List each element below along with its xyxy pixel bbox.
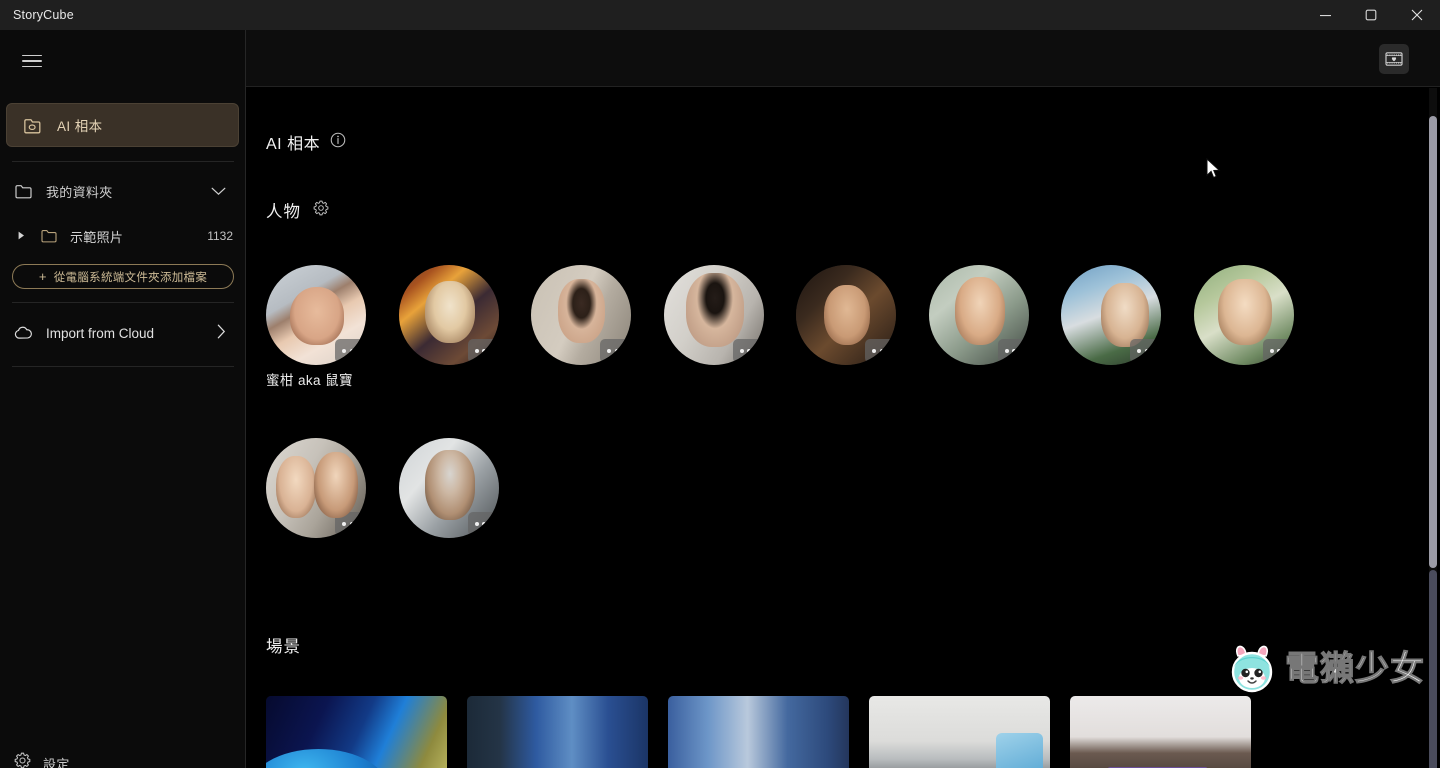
person-card[interactable] [1061,265,1161,365]
sidebar: AI 相本 我的資料夾 示範照片 1132 + 從電腦系統端文件夾添加檔案 Im… [0,30,246,768]
person-card[interactable] [531,265,631,365]
maximize-button[interactable] [1348,0,1394,30]
chevron-right-icon[interactable] [217,324,226,342]
section-title-people: 人物 [266,203,301,221]
maximize-icon [1365,9,1377,21]
person-card[interactable] [398,438,499,538]
gear-icon [14,752,31,768]
plus-icon: + [38,269,47,284]
sidebar-settings-label: 設定 [43,756,70,768]
add-files-from-pc-button[interactable]: + 從電腦系統端文件夾添加檔案 [12,264,234,289]
hamburger-icon [22,51,42,72]
page-title: AI 相本 [266,136,321,153]
sidebar-divider-bottom [12,366,234,367]
vertical-scrollbar[interactable] [1426,88,1440,768]
video-heart-icon [1385,52,1403,66]
watermark-text: 電獺少女 [1285,649,1425,689]
people-grid: 蜜柑 aka 鼠寶 [266,265,1386,538]
avatar[interactable] [266,438,366,538]
info-icon[interactable] [330,132,346,153]
avatar[interactable] [928,265,1029,365]
person-card[interactable] [1193,265,1294,365]
sidebar-divider-middle [12,302,234,303]
avatar[interactable] [398,438,499,538]
chevron-down-icon[interactable] [211,184,226,199]
minimize-icon [1319,14,1331,16]
sidebar-my-folder-label: 我的資料夾 [46,184,113,200]
scene-thumbnail [668,696,849,768]
ai-album-icon [24,118,41,133]
avatar[interactable] [796,265,896,365]
scene-card[interactable] [467,696,648,768]
add-files-label: 從電腦系統端文件夾添加檔案 [53,271,208,284]
caret-right-icon[interactable] [18,231,28,242]
watermark: 電獺少女 [1225,642,1425,696]
sidebar-item-sample-photos[interactable]: 示範照片 1132 [0,219,246,253]
storycube-window: StoryCube AI 相本 我的資料夾 示範照片 1132 + 從電腦系統端… [0,0,1440,768]
scene-thumbnail [1070,696,1251,768]
sidebar-divider-top [12,161,234,162]
scene-card[interactable] [668,696,849,768]
folder-icon [12,184,34,199]
section-header-scene: 場景 [266,633,301,657]
person-card[interactable] [398,265,499,365]
hamburger-menu-button[interactable] [12,42,52,80]
more-options-button[interactable] [467,512,499,536]
more-options-button[interactable] [467,339,499,363]
avatar[interactable] [663,265,764,365]
sidebar-item-ai-album[interactable]: AI 相本 [6,103,239,147]
avatar[interactable] [398,265,499,365]
sidebar-item-my-folder[interactable]: 我的資料夾 [0,174,246,208]
people-row-1: 蜜柑 aka 鼠寶 [266,265,1386,388]
gear-icon[interactable] [313,200,329,221]
minimize-button[interactable] [1302,0,1348,30]
scene-thumbnail [266,696,447,768]
section-title-scene: 場景 [266,638,301,656]
window-controls [1302,0,1440,30]
avatar[interactable] [1193,265,1294,365]
page-header: AI 相本 [266,130,346,154]
person-card[interactable] [266,438,366,538]
more-options-button[interactable] [1130,339,1161,363]
person-card[interactable] [663,265,764,365]
sidebar-import-cloud-label: Import from Cloud [46,325,155,341]
close-button[interactable] [1394,0,1440,30]
otter-girl-mascot-icon [1231,645,1273,693]
person-card[interactable]: 蜜柑 aka 鼠寶 [266,265,366,388]
app-title: StoryCube [13,8,74,22]
scrollbar-thumb[interactable] [1429,116,1437,568]
scene-card[interactable] [1070,696,1251,768]
sidebar-sample-photos-count: 1132 [207,229,233,243]
folder-icon [38,229,60,243]
more-options-button[interactable] [865,339,896,363]
more-options-button[interactable] [1262,339,1294,363]
scene-thumbnail [467,696,648,768]
avatar[interactable] [531,265,631,365]
more-options-button[interactable] [732,339,764,363]
title-bar: StoryCube [0,0,1440,30]
people-row-2 [266,438,1386,538]
person-card[interactable] [796,265,896,365]
close-icon [1411,9,1423,21]
scene-strip [266,696,1251,768]
section-header-people: 人物 [266,198,329,222]
sidebar-sample-photos-label: 示範照片 [70,229,124,245]
scene-thumbnail [869,696,1050,768]
sidebar-item-settings[interactable]: 設定 [0,746,246,768]
content-top-bar [246,30,1440,87]
more-options-button[interactable] [997,339,1029,363]
avatar[interactable] [1061,265,1161,365]
scene-card[interactable] [266,696,447,768]
person-card[interactable] [928,265,1029,365]
person-name: 蜜柑 aka 鼠寶 [266,373,353,388]
scene-card[interactable] [869,696,1050,768]
more-options-button[interactable] [600,339,631,363]
sidebar-item-import-from-cloud[interactable]: Import from Cloud [0,316,246,350]
create-video-button[interactable] [1379,44,1409,74]
more-options-button[interactable] [335,339,366,363]
scrollbar-track-lower[interactable] [1429,570,1437,768]
cloud-icon [12,326,34,340]
avatar[interactable] [266,265,366,365]
sidebar-item-label: AI 相本 [57,119,103,134]
